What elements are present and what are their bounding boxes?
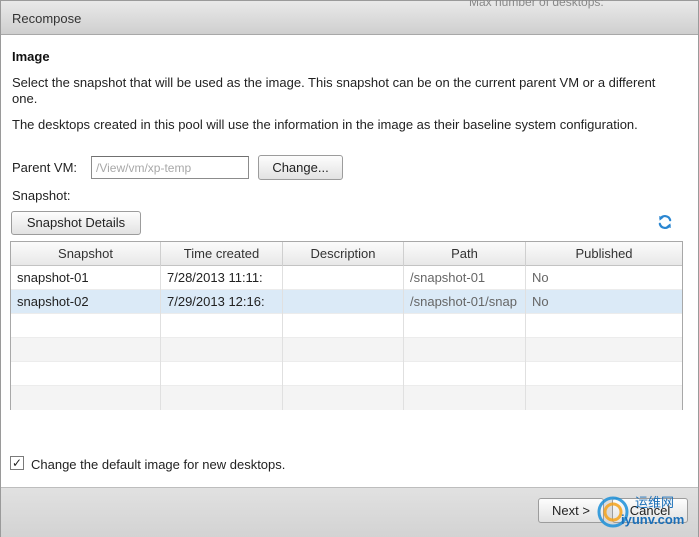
empty-cell (404, 338, 526, 362)
empty-cell (404, 386, 526, 410)
empty-row (11, 362, 682, 386)
empty-cell (161, 338, 283, 362)
empty-cell (161, 362, 283, 386)
change-default-image-label: Change the default image for new desktop… (31, 457, 286, 472)
empty-cell (283, 386, 404, 410)
empty-cell (526, 338, 682, 362)
cell-snapshot: snapshot-02 (11, 290, 161, 314)
change-default-image-checkbox[interactable]: ✓ (10, 456, 24, 470)
column-header-path[interactable]: Path (404, 242, 526, 266)
cell-published: No (532, 294, 549, 309)
empty-cell (11, 338, 161, 362)
image-description: Select the snapshot that will be used as… (12, 75, 656, 106)
empty-row (11, 314, 682, 338)
dialog-title: Recompose (12, 11, 82, 26)
refresh-icon[interactable] (657, 214, 673, 230)
column-header-published[interactable]: Published (526, 242, 682, 266)
snapshot-table: Snapshot Time created Description Path P… (10, 241, 683, 410)
column-header-snapshot[interactable]: Snapshot (11, 242, 161, 266)
table-header: Snapshot Time created Description Path P… (11, 242, 682, 266)
watermark-text-url: iyunv.com (621, 512, 685, 527)
empty-cell (11, 314, 161, 338)
empty-cell (283, 362, 404, 386)
recompose-dialog: Max number of desktops: Recompose Image … (0, 0, 699, 537)
table-row[interactable]: snapshot-01 7/28/2013 11:11: /snapshot-0… (11, 266, 682, 290)
snapshot-details-button[interactable]: Snapshot Details (11, 211, 141, 235)
empty-cell (11, 362, 161, 386)
empty-cell (161, 386, 283, 410)
column-header-description[interactable]: Description (283, 242, 404, 266)
empty-cell (526, 362, 682, 386)
cell-snapshot: snapshot-01 (11, 266, 161, 290)
baseline-description: The desktops created in this pool will u… (12, 117, 638, 132)
site-watermark: 运维网 iyunv.com (597, 488, 697, 534)
cell-path: /snapshot-01 (404, 266, 526, 290)
dialog-titlebar[interactable]: Max number of desktops: Recompose (1, 0, 698, 35)
empty-cell (526, 314, 682, 338)
parent-vm-label: Parent VM: (12, 160, 78, 175)
change-button[interactable]: Change... (258, 155, 343, 180)
cell-description (283, 290, 404, 314)
empty-cell (404, 362, 526, 386)
cell-description (283, 266, 404, 290)
watermark-text-cn: 运维网 (635, 496, 675, 511)
empty-row (11, 386, 682, 410)
empty-row (11, 338, 682, 362)
empty-cell (161, 314, 283, 338)
table-row-selected[interactable]: snapshot-02 7/29/2013 12:16: /snapshot-0… (11, 290, 682, 314)
snapshot-label: Snapshot: (12, 188, 71, 203)
cell-published: No (532, 270, 549, 285)
empty-cell (404, 314, 526, 338)
column-header-time-created[interactable]: Time created (161, 242, 283, 266)
empty-cell (11, 386, 161, 410)
cell-path: /snapshot-01/snap (404, 290, 526, 314)
empty-cell (283, 314, 404, 338)
section-title: Image (12, 49, 50, 64)
cell-time-created: 7/28/2013 11:11: (161, 266, 283, 290)
cell-time-created: 7/29/2013 12:16: (161, 290, 283, 314)
background-text: Max number of desktops: (469, 0, 604, 9)
next-button[interactable]: Next > (538, 498, 604, 523)
empty-cell (526, 386, 682, 410)
parent-vm-input[interactable] (91, 156, 249, 179)
empty-cell (283, 338, 404, 362)
